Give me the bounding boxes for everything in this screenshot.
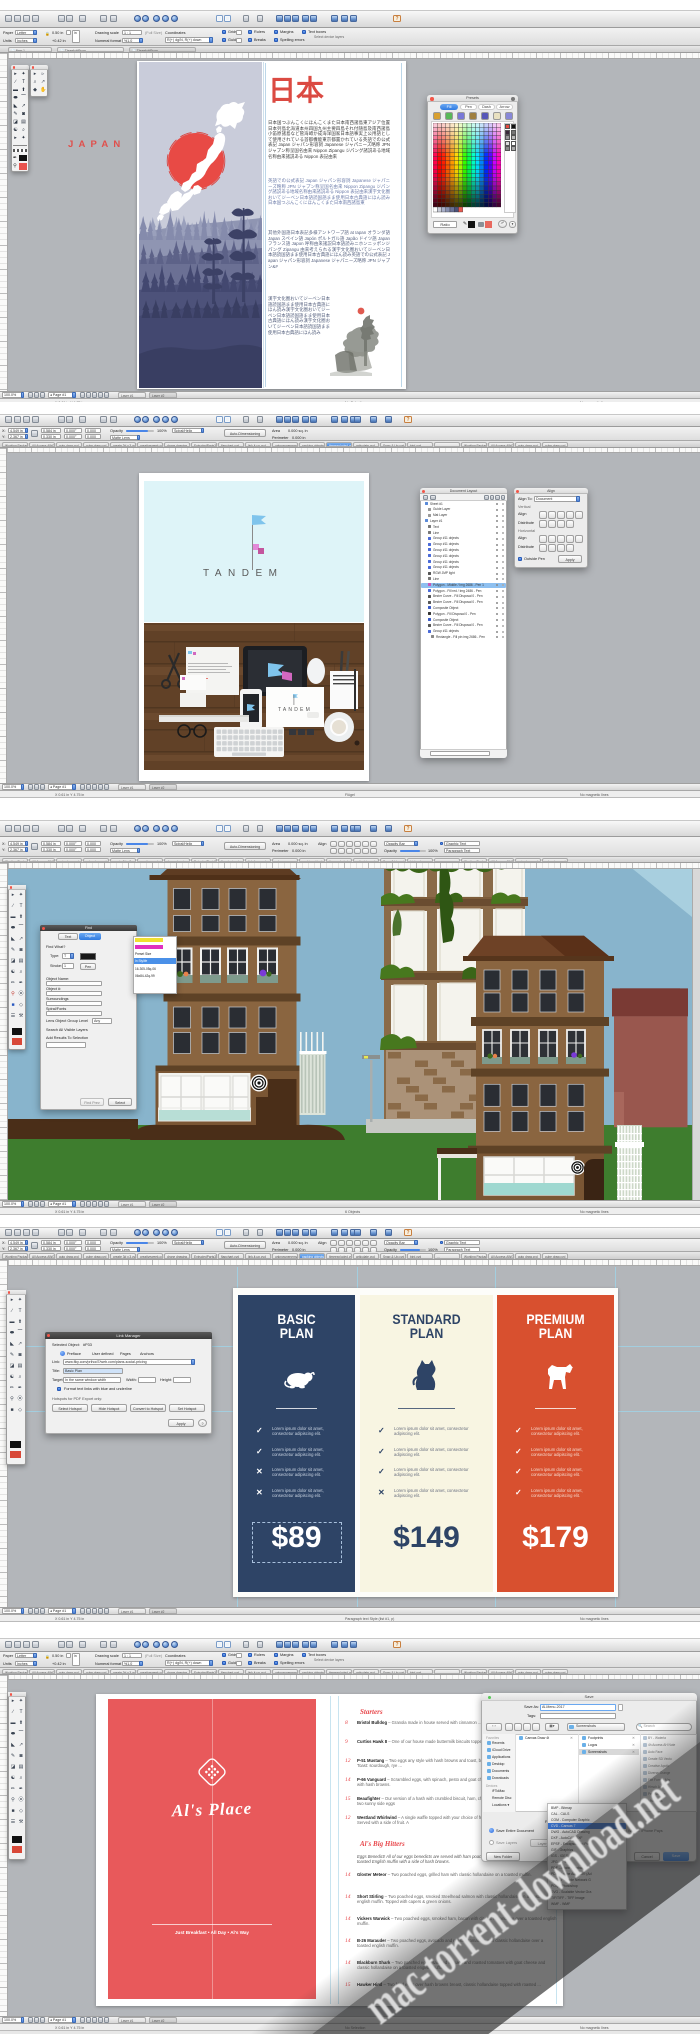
svg-text:TANDEM: TANDEM xyxy=(278,707,312,713)
